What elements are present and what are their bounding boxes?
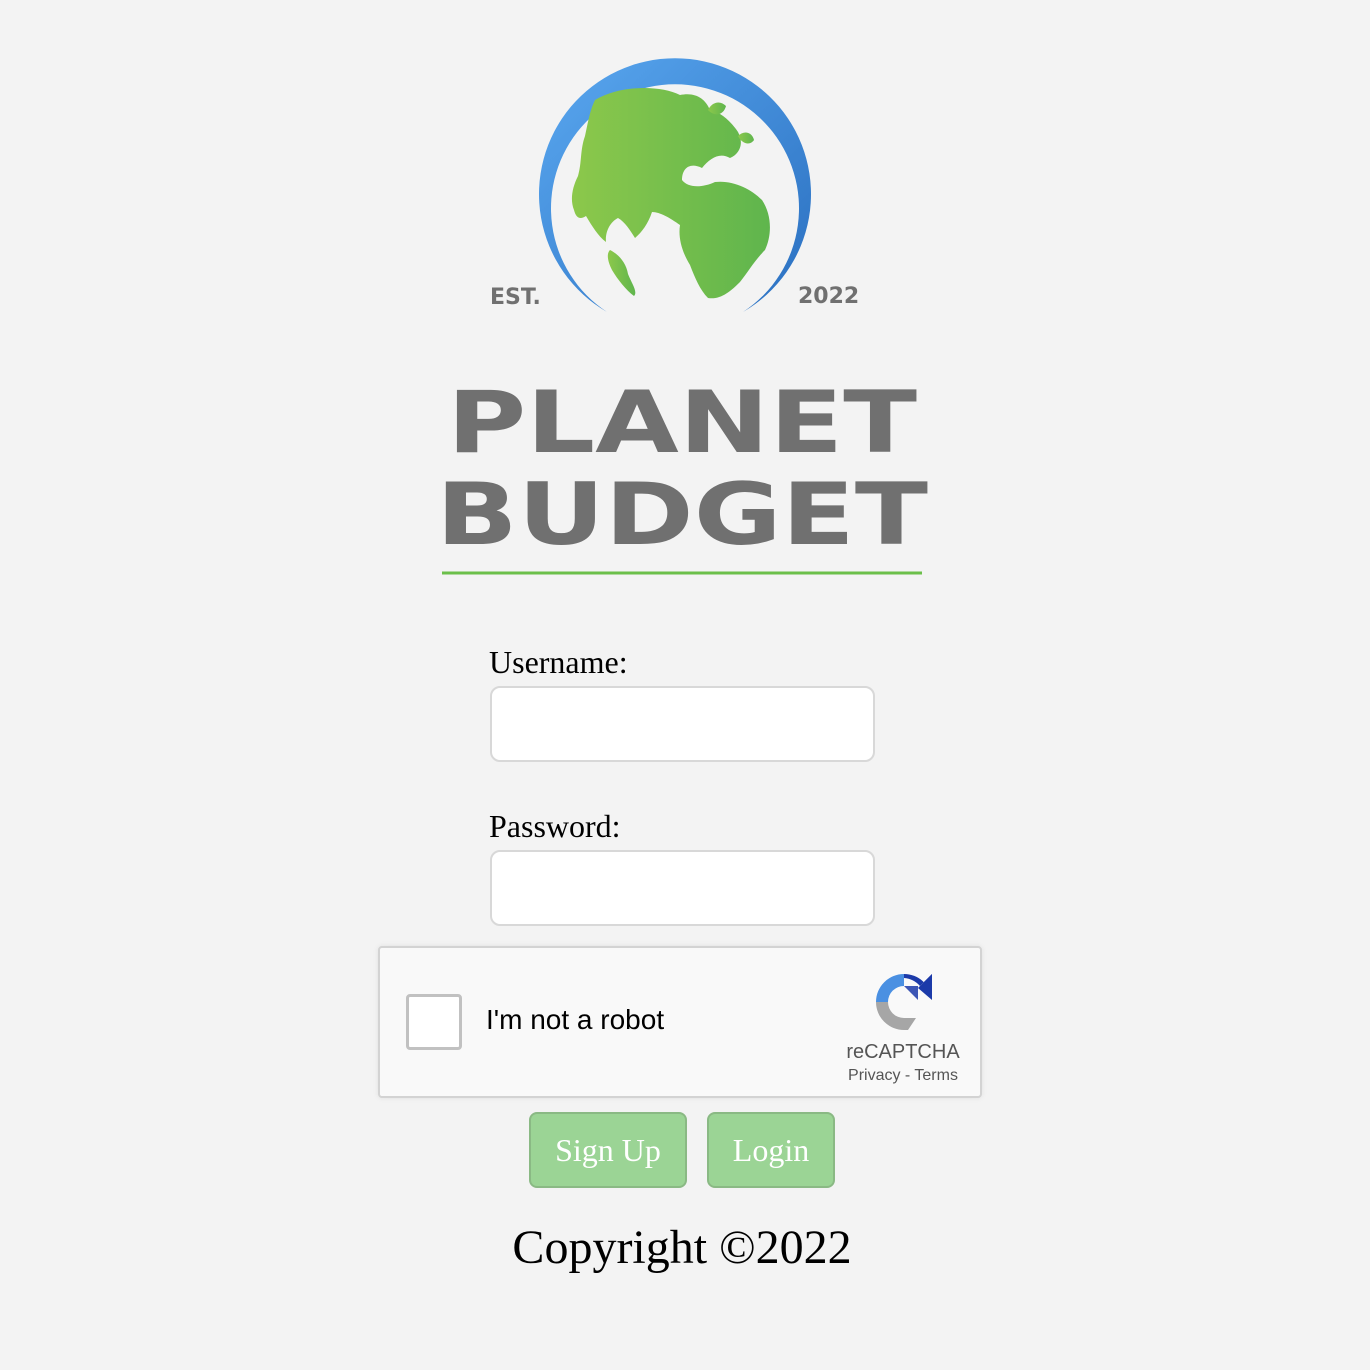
username-input[interactable] [490,686,875,762]
recaptcha-checkbox[interactable] [406,994,462,1050]
sign-up-button[interactable]: Sign Up [529,1112,687,1188]
recaptcha-links: Privacy - Terms [820,1068,986,1084]
recaptcha-links-separator: - [904,1067,911,1084]
logo-title-line2: BUDGET [436,465,928,565]
username-label: Username: [489,644,628,680]
logo-graphic: EST. 2022 PLANET BUDGET [436,58,928,575]
recaptcha-privacy-link[interactable]: Privacy [848,1067,900,1084]
globe-icon [571,88,770,299]
recaptcha-label: I'm not a robot [486,1004,665,1035]
planet-budget-logo: EST. 2022 PLANET BUDGET [420,40,950,600]
est-year-label: 2022 [798,284,859,309]
password-label: Password: [489,808,621,844]
est-label: EST. [490,285,541,310]
recaptcha-widget: I'm not a robot reCAPTCHA Privacy - Term… [378,946,982,1098]
logo-title-line1: PLANET [447,373,917,473]
recaptcha-logo-icon [876,973,932,1030]
recaptcha-terms-link[interactable]: Terms [914,1067,958,1084]
copyright-text: Copyright ©2022 [512,1221,852,1274]
recaptcha-brand: reCAPTCHA [846,1041,960,1063]
password-input[interactable] [490,850,875,926]
login-button[interactable]: Login [707,1112,835,1188]
